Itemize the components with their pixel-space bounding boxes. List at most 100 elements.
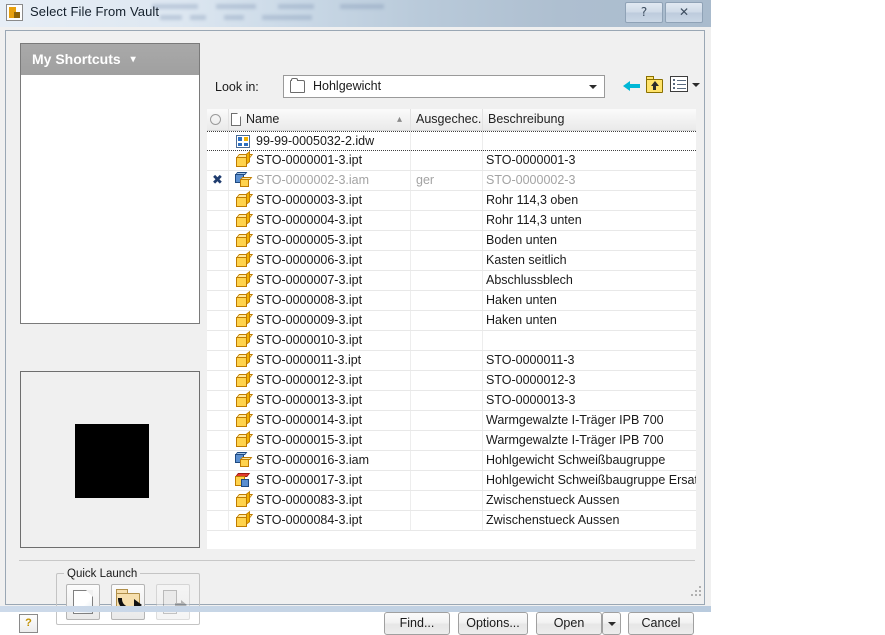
table-row[interactable]: STO-0000083-3.ipt Zwischenstueck Aussen bbox=[207, 490, 696, 511]
checked-out-mark-icon: ✖ bbox=[212, 173, 223, 188]
file-name-label: STO-0000017-3.ipt bbox=[256, 473, 363, 487]
description-cell: Warmgewalzte I-Träger IPB 700 bbox=[486, 413, 664, 427]
description-cell: Rohr 114,3 oben bbox=[486, 193, 579, 207]
file-name-cell[interactable]: STO-0000013-3.ipt bbox=[229, 390, 411, 410]
table-row[interactable]: STO-0000016-3.iam Hohlgewicht Schweißbaug… bbox=[207, 451, 696, 471]
table-row[interactable]: STO-0000084-3.ipt Zwischenstueck Aussen bbox=[207, 510, 696, 531]
part-file-icon bbox=[235, 330, 254, 348]
checked-out-cell bbox=[411, 331, 483, 350]
checked-out-cell bbox=[411, 311, 483, 330]
checked-out-cell bbox=[411, 511, 483, 530]
resize-grip[interactable] bbox=[691, 586, 701, 596]
part-file-icon bbox=[235, 250, 254, 268]
column-header-select[interactable] bbox=[207, 109, 229, 130]
table-row[interactable]: STO-0000015-3.ipt Warmgewalzte I-Träger I… bbox=[207, 430, 696, 451]
open-dropdown-button[interactable] bbox=[602, 612, 621, 635]
open-button[interactable]: Open bbox=[536, 612, 602, 635]
table-row[interactable]: STO-0000006-3.ipt Kasten seitlich bbox=[207, 250, 696, 271]
file-name-cell[interactable]: STO-0000083-3.ipt bbox=[229, 490, 411, 510]
titlebar-close-button[interactable]: ✕ bbox=[665, 2, 703, 23]
file-name-cell[interactable]: STO-0000012-3.ipt bbox=[229, 370, 411, 390]
checked-out-flag-cell bbox=[207, 431, 229, 450]
views-menu-chevron-down-icon[interactable] bbox=[692, 83, 700, 87]
my-shortcuts-header[interactable]: My Shortcuts ▾ bbox=[21, 44, 199, 75]
select-all-radio-icon[interactable] bbox=[210, 114, 221, 125]
column-header-checked-out[interactable]: Ausgechec.. bbox=[411, 109, 483, 130]
table-row[interactable]: STO-0000011-3.ipt STO-0000011-3 bbox=[207, 350, 696, 371]
file-name-cell[interactable]: STO-0000017-3.ipt bbox=[229, 471, 411, 490]
column-header-name[interactable]: Name ▴ bbox=[229, 109, 411, 130]
back-arrow-icon[interactable] bbox=[622, 76, 642, 96]
table-row[interactable]: 99-99-0005032-2.idw bbox=[207, 131, 696, 151]
description-cell: Rohr 114,3 unten bbox=[486, 213, 582, 227]
file-name-cell[interactable]: STO-0000005-3.ipt bbox=[229, 230, 411, 250]
file-name-cell[interactable]: STO-0000002-3.iam bbox=[229, 171, 411, 190]
options-button[interactable]: Options... bbox=[458, 612, 528, 635]
column-header-name-label: Name bbox=[246, 112, 280, 126]
checked-out-cell bbox=[411, 491, 483, 510]
up-one-level-icon[interactable] bbox=[645, 76, 665, 95]
table-row[interactable]: STO-0000009-3.ipt Haken unten bbox=[207, 310, 696, 331]
column-header-description[interactable]: Beschreibung bbox=[483, 109, 696, 130]
file-list[interactable]: Name ▴ Ausgechec.. Beschreibung 99-99-00… bbox=[207, 109, 696, 549]
part-file-icon bbox=[235, 290, 254, 308]
file-name-cell[interactable]: STO-0000014-3.ipt bbox=[229, 410, 411, 430]
find-button[interactable]: Find... bbox=[384, 612, 450, 635]
file-name-label: STO-0000004-3.ipt bbox=[256, 213, 363, 227]
file-name-cell[interactable]: STO-0000015-3.ipt bbox=[229, 430, 411, 450]
drawing-file-icon bbox=[235, 134, 251, 149]
title-bar[interactable]: Select File From Vault ? ✕ bbox=[0, 0, 711, 27]
quick-launch-open-folder-button[interactable] bbox=[111, 584, 145, 620]
file-name-label: STO-0000007-3.ipt bbox=[256, 273, 363, 287]
views-menu-icon[interactable] bbox=[670, 76, 688, 92]
file-name-label: STO-0000083-3.ipt bbox=[256, 493, 363, 507]
file-name-cell[interactable]: STO-0000003-3.ipt bbox=[229, 190, 411, 210]
checked-out-flag-cell bbox=[207, 511, 229, 530]
description-cell: Haken unten bbox=[486, 313, 557, 327]
checked-out-cell bbox=[411, 132, 483, 151]
file-name-cell[interactable]: STO-0000008-3.ipt bbox=[229, 290, 411, 310]
table-row[interactable]: STO-0000005-3.ipt Boden unten bbox=[207, 230, 696, 251]
quick-launch-new-document-button[interactable] bbox=[66, 584, 100, 620]
file-list-horizontal-scrollbar[interactable] bbox=[207, 550, 696, 560]
table-row[interactable]: ✖ STO-0000002-3.iam ger STO-0000002-3 bbox=[207, 171, 696, 191]
table-row[interactable]: STO-0000004-3.ipt Rohr 114,3 unten bbox=[207, 210, 696, 231]
file-name-cell[interactable]: STO-0000007-3.ipt bbox=[229, 270, 411, 290]
table-row[interactable]: STO-0000013-3.ipt STO-0000013-3 bbox=[207, 390, 696, 411]
desktop-blur-artifact bbox=[150, 2, 460, 26]
vault-app-icon bbox=[6, 4, 23, 21]
file-name-cell[interactable]: STO-0000001-3.ipt bbox=[229, 150, 411, 170]
file-name-label: STO-0000084-3.ipt bbox=[256, 513, 363, 527]
look-in-combobox[interactable]: Hohlgewicht bbox=[283, 75, 605, 98]
folder-icon bbox=[290, 78, 305, 93]
part-file-icon bbox=[235, 490, 254, 508]
file-name-cell[interactable]: STO-0000004-3.ipt bbox=[229, 210, 411, 230]
cancel-button[interactable]: Cancel bbox=[628, 612, 694, 635]
checked-out-flag-cell bbox=[207, 491, 229, 510]
file-name-cell[interactable]: STO-0000011-3.ipt bbox=[229, 350, 411, 370]
table-row[interactable]: STO-0000012-3.ipt STO-0000012-3 bbox=[207, 370, 696, 391]
file-name-cell[interactable]: STO-0000010-3.ipt bbox=[229, 330, 411, 350]
file-name-cell[interactable]: STO-0000006-3.ipt bbox=[229, 250, 411, 270]
checked-out-cell bbox=[411, 351, 483, 370]
chevron-down-icon[interactable] bbox=[589, 85, 597, 89]
my-shortcuts-list[interactable] bbox=[21, 75, 199, 323]
table-row[interactable]: STO-0000008-3.ipt Haken unten bbox=[207, 290, 696, 311]
file-name-cell[interactable]: STO-0000016-3.iam bbox=[229, 451, 411, 470]
checked-out-cell bbox=[411, 411, 483, 430]
file-name-cell[interactable]: STO-0000009-3.ipt bbox=[229, 310, 411, 330]
table-row[interactable]: STO-0000007-3.ipt Abschlussblech bbox=[207, 270, 696, 291]
file-name-cell[interactable]: STO-0000084-3.ipt bbox=[229, 510, 411, 530]
titlebar-help-button[interactable]: ? bbox=[625, 2, 663, 23]
look-in-value: Hohlgewicht bbox=[313, 79, 382, 93]
table-row[interactable]: STO-0000003-3.ipt Rohr 114,3 oben bbox=[207, 190, 696, 211]
file-name-cell[interactable]: 99-99-0005032-2.idw bbox=[229, 132, 411, 151]
table-row[interactable]: STO-0000010-3.ipt bbox=[207, 330, 696, 351]
table-row[interactable]: STO-0000014-3.ipt Warmgewalzte I-Träger I… bbox=[207, 410, 696, 431]
table-row[interactable]: STO-0000001-3.ipt STO-0000001-3 bbox=[207, 150, 696, 171]
file-name-label: STO-0000015-3.ipt bbox=[256, 433, 363, 447]
table-row[interactable]: STO-0000017-3.ipt Hohlgewicht Schweißbaug… bbox=[207, 471, 696, 491]
description-cell: Abschlussblech bbox=[486, 273, 573, 287]
checked-out-flag-cell: ✖ bbox=[207, 171, 229, 190]
help-button[interactable]: ? bbox=[19, 614, 38, 633]
